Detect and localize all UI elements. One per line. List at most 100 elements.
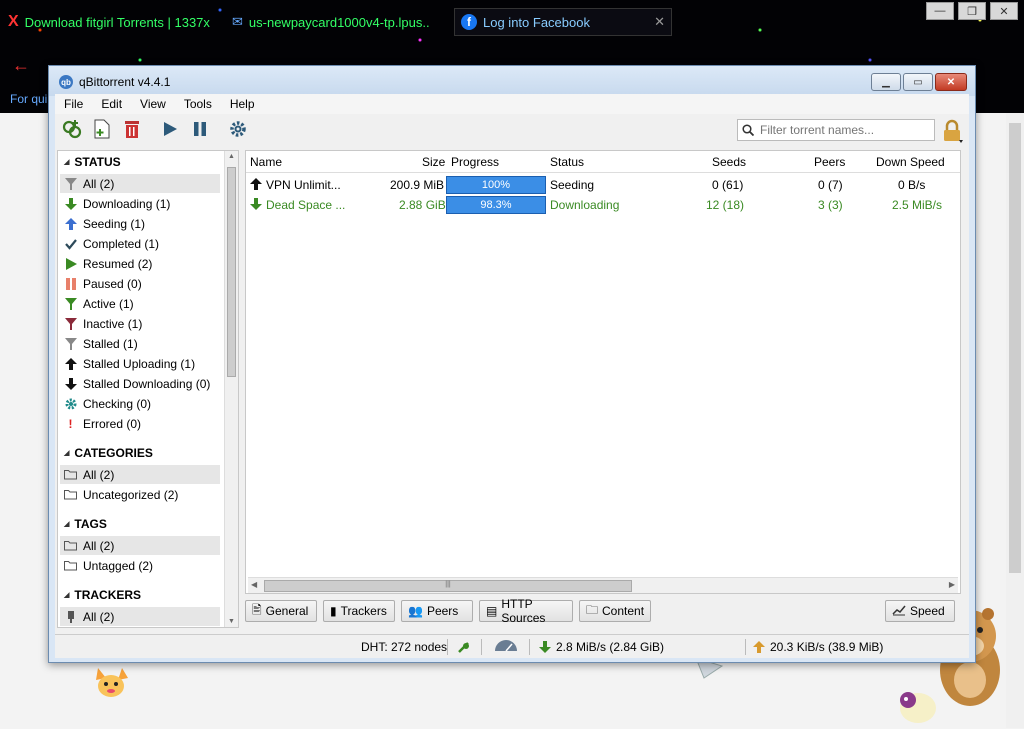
status-filter-all[interactable]: All (2) [60, 174, 220, 193]
tab-trackers[interactable]: ▮ Trackers [323, 600, 395, 622]
column-size[interactable]: Size [422, 155, 445, 169]
tab-peers[interactable]: 👥 Peers [401, 600, 473, 622]
window-title: qBittorrent v4.4.1 [79, 75, 171, 89]
status-filter-stalled-uploading[interactable]: Stalled Uploading (1) [60, 354, 220, 373]
options-button[interactable] [227, 118, 249, 140]
column-name[interactable]: Name [250, 155, 282, 169]
play-icon [164, 122, 177, 136]
gear-teal-icon [64, 397, 77, 410]
speed-button[interactable]: Speed [885, 600, 955, 622]
status-filter-checking[interactable]: Checking (0) [60, 394, 220, 413]
status-filter-seeding[interactable]: Seeding (1) [60, 214, 220, 233]
tags-section-header[interactable]: ◢ TAGS [64, 517, 107, 531]
search-input[interactable] [758, 122, 928, 138]
add-torrent-file-button[interactable] [91, 118, 113, 140]
menu-edit[interactable]: Edit [92, 97, 131, 111]
tab-http-sources[interactable]: ▤ HTTP Sources [479, 597, 573, 625]
search-box[interactable] [737, 119, 935, 141]
category-filter-all[interactable]: All (2) [60, 465, 220, 484]
arrow-up-black-icon [64, 357, 77, 370]
filter-sidebar: ◢ STATUS All (2) Downloading (1) Seeding … [57, 150, 239, 628]
collapse-triangle-icon: ◢ [64, 521, 70, 528]
menu-file[interactable]: File [55, 97, 92, 111]
column-down-speed[interactable]: Down Speed [876, 155, 945, 169]
browser-tab-facebook[interactable]: f Log into Facebook ✕ [454, 8, 672, 36]
status-separator [529, 639, 530, 655]
table-horizontal-scrollbar[interactable]: ◀ ||| ▶ [248, 577, 958, 593]
category-filter-uncategorized[interactable]: Uncategorized (2) [60, 485, 220, 504]
connection-status-icon[interactable] [457, 640, 471, 654]
browser-tab-1337x[interactable]: X Download fitgirl Torrents | 1337x ✕ [8, 8, 213, 36]
facebook-favicon-icon: f [461, 14, 477, 30]
close-button[interactable]: ✕ [935, 73, 967, 91]
torrent-down-speed: 0 B/s [898, 178, 926, 192]
scroll-right-icon[interactable]: ▶ [949, 580, 955, 589]
arrow-down-green-icon [250, 198, 262, 213]
table-scrollbar-thumb[interactable]: ||| [264, 580, 632, 592]
tab-general[interactable]: 🖹 General [245, 600, 317, 622]
pause-button[interactable] [189, 118, 211, 140]
add-torrent-link-button[interactable] [61, 118, 83, 140]
minimize-button[interactable]: ▁ [871, 73, 901, 91]
dht-status: DHT: 272 nodes [361, 640, 448, 654]
categories-section-header[interactable]: ◢ CATEGORIES [64, 446, 153, 460]
arrow-down-black-icon [64, 377, 77, 390]
status-filter-downloading[interactable]: Downloading (1) [60, 194, 220, 213]
folder-icon [64, 559, 77, 572]
lock-icon[interactable] [941, 119, 963, 143]
table-row[interactable]: VPN Unlimit... 200.9 MiB 100% Seeding 0 … [246, 175, 960, 195]
status-filter-completed[interactable]: Completed (1) [60, 234, 220, 253]
scroll-down-icon[interactable]: ▼ [228, 618, 235, 625]
status-section-header[interactable]: ◢ STATUS [64, 155, 121, 169]
tab-content[interactable]: 🗀 Content [579, 600, 651, 622]
menu-view[interactable]: View [131, 97, 175, 111]
browser-close-button[interactable]: ✕ [990, 2, 1018, 20]
speed-limit-icon[interactable] [493, 640, 519, 652]
column-progress[interactable]: Progress [451, 155, 499, 169]
status-filter-paused[interactable]: Paused (0) [60, 274, 220, 293]
status-filter-inactive[interactable]: Inactive (1) [60, 314, 220, 333]
menu-tools[interactable]: Tools [175, 97, 221, 111]
scroll-left-icon[interactable]: ◀ [251, 580, 257, 589]
torrent-seeds: 12 (18) [706, 198, 745, 212]
menu-help[interactable]: Help [221, 97, 264, 111]
upload-rate: 20.3 KiB/s (38.9 MiB) [753, 640, 883, 654]
tracker-icon: ▮ [330, 604, 337, 618]
column-seeds[interactable]: Seeds [712, 155, 746, 169]
tab-label: Download fitgirl Torrents | 1337x [24, 14, 210, 30]
status-filter-stalled[interactable]: Stalled (1) [60, 334, 220, 353]
delete-torrent-button[interactable] [121, 118, 143, 140]
funnel-gray-icon [64, 337, 77, 350]
browser-minimize-button[interactable]: — [926, 2, 954, 20]
sidebar-scrollbar-thumb[interactable] [227, 167, 236, 377]
browser-maximize-button[interactable]: ❐ [958, 2, 986, 20]
pause-icon [194, 122, 206, 136]
column-peers[interactable]: Peers [814, 155, 845, 169]
funnel-gray-icon [64, 177, 77, 190]
sidebar-scrollbar[interactable]: ▲ ▼ [224, 151, 238, 627]
status-filter-resumed[interactable]: Resumed (2) [60, 254, 220, 273]
arrow-up-blue-icon [64, 217, 77, 230]
table-row[interactable]: Dead Space ... 2.88 GiB 98.3% Downloadin… [246, 195, 960, 215]
tracker-filter-all[interactable]: All (2) [60, 607, 220, 626]
browser-tab-paycard[interactable]: ✉ us-newpaycard1000v4-tp.lpus.. ✕ [232, 8, 440, 36]
page-scrollbar-thumb[interactable] [1009, 123, 1021, 573]
maximize-button[interactable]: ▭ [903, 73, 933, 91]
checkmark-icon [64, 237, 77, 250]
title-bar[interactable]: qb qBittorrent v4.4.1 ▁ ▭ ✕ [49, 66, 975, 96]
arrow-up-orange-icon [753, 641, 765, 653]
column-status[interactable]: Status [550, 155, 584, 169]
server-icon: ▤ [486, 604, 498, 618]
tag-filter-untagged[interactable]: Untagged (2) [60, 556, 220, 575]
tab-label: Log into Facebook [483, 14, 590, 30]
tag-filter-all[interactable]: All (2) [60, 536, 220, 555]
status-filter-active[interactable]: Active (1) [60, 294, 220, 313]
qbittorrent-window: qb qBittorrent v4.4.1 ▁ ▭ ✕ File Edit Vi… [48, 65, 976, 663]
back-arrow-icon[interactable]: ← [12, 55, 30, 76]
status-filter-stalled-downloading[interactable]: Stalled Downloading (0) [60, 374, 220, 393]
trackers-section-header[interactable]: ◢ TRACKERS [64, 588, 141, 602]
scroll-up-icon[interactable]: ▲ [228, 153, 235, 160]
resume-button[interactable] [159, 118, 181, 140]
status-filter-errored[interactable]: ! Errored (0) [60, 414, 220, 433]
tab-close-icon[interactable]: ✕ [654, 14, 665, 30]
